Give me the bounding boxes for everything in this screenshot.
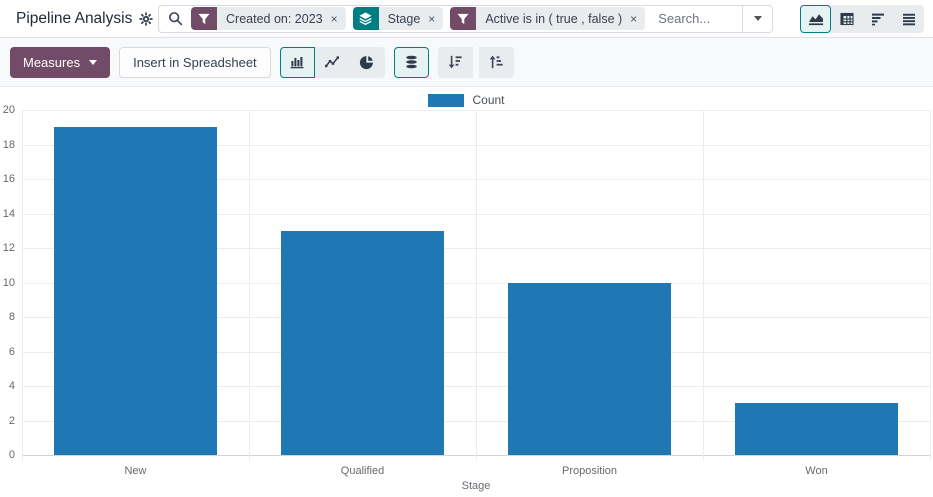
sort-ascending-icon [488,54,504,70]
insert-in-spreadsheet-button[interactable]: Insert in Spreadsheet [119,47,271,78]
y-axis-tick-label: 16 [3,173,15,185]
chart-legend[interactable]: Count [0,91,933,109]
y-axis-tick-label: 2 [9,415,15,427]
chart-bar-new[interactable] [54,127,217,455]
graph-view-button[interactable] [800,5,831,33]
y-axis-tick-label: 18 [3,139,15,151]
y-axis-tick-label: 10 [3,277,15,289]
view-switcher [800,5,924,33]
y-axis-tick-label: 0 [9,449,15,461]
list-icon [901,11,917,27]
x-axis-tick-label: Proposition [562,465,617,477]
filter-icon [450,7,476,30]
search-bar: Created on: 2023 × Stage × Active is in … [158,5,773,33]
filter-icon [191,7,217,30]
page-title: Pipeline Analysis [16,10,132,28]
chart-type-group [280,47,385,78]
control-panel: Pipeline Analysis [0,0,933,38]
search-icon [168,11,183,26]
x-axis-title: Stage [22,480,930,492]
list-view-button[interactable] [893,5,924,33]
group-by-icon [353,7,379,30]
breadcrumb: Pipeline Analysis [16,10,148,28]
vertical-gridline [930,110,931,461]
x-axis-tick-label: Won [805,465,827,477]
search-facet-active: Active is in ( true , false ) × [450,7,645,30]
search-facet-created-on: Created on: 2023 × [191,7,346,30]
line-chart-icon [324,54,340,70]
pivot-view-button[interactable] [831,5,862,33]
pie-chart-button[interactable] [350,47,385,78]
y-axis-tick-label: 20 [3,104,15,116]
facet-label: Active is in ( true , false ) [476,7,629,30]
sort-ascending-button[interactable] [479,47,514,78]
chevron-down-icon [89,60,97,65]
pivot-table-icon [839,11,855,27]
legend-swatch [428,94,464,107]
stacked-icon [404,54,419,70]
sort-descending-button[interactable] [438,47,473,78]
facet-label: Created on: 2023 [217,7,330,30]
vertical-gridline [476,110,477,461]
y-axis-tick-label: 4 [9,380,15,392]
bar-chart-button[interactable] [280,47,315,78]
bar-chart-icon [289,54,305,70]
facet-remove-button[interactable]: × [427,7,443,30]
sort-group [438,47,514,78]
cohort-view-button[interactable] [862,5,893,33]
line-chart-button[interactable] [315,47,350,78]
y-axis-tick-label: 12 [3,242,15,254]
vertical-gridline [249,110,250,461]
search-options-toggle[interactable] [742,6,772,32]
graph-view: Count 02468101214161820NewQualifiedPropo… [0,87,933,492]
cohort-icon [870,11,886,27]
chart-plot-area: 02468101214161820NewQualifiedProposition… [22,110,930,455]
chart-bar-won[interactable] [735,403,898,455]
measures-label: Measures [23,55,80,70]
y-axis-tick-label: 6 [9,346,15,358]
x-axis-tick-label: Qualified [341,465,384,477]
y-axis-tick-label: 8 [9,311,15,323]
graph-toolbar: Measures Insert in Spreadsheet [0,38,933,87]
facet-remove-button[interactable]: × [330,7,346,30]
facet-label: Stage [379,7,428,30]
stacked-toggle-button[interactable] [394,47,429,78]
vertical-gridline [22,110,23,461]
chart-bar-proposition[interactable] [508,283,671,456]
sort-descending-icon [447,54,463,70]
pie-chart-icon [359,54,375,70]
facet-remove-button[interactable]: × [629,7,645,30]
gear-icon[interactable] [139,12,153,26]
search-input[interactable]: Search... [652,11,742,26]
measures-button[interactable]: Measures [10,47,110,78]
area-chart-icon [807,11,825,27]
x-axis-tick-label: New [124,465,146,477]
chevron-down-icon [754,16,762,21]
vertical-gridline [703,110,704,461]
legend-label: Count [472,93,504,107]
search-facet-stage: Stage × [353,7,444,30]
y-axis-tick-label: 14 [3,208,15,220]
chart-bar-qualified[interactable] [281,231,444,455]
